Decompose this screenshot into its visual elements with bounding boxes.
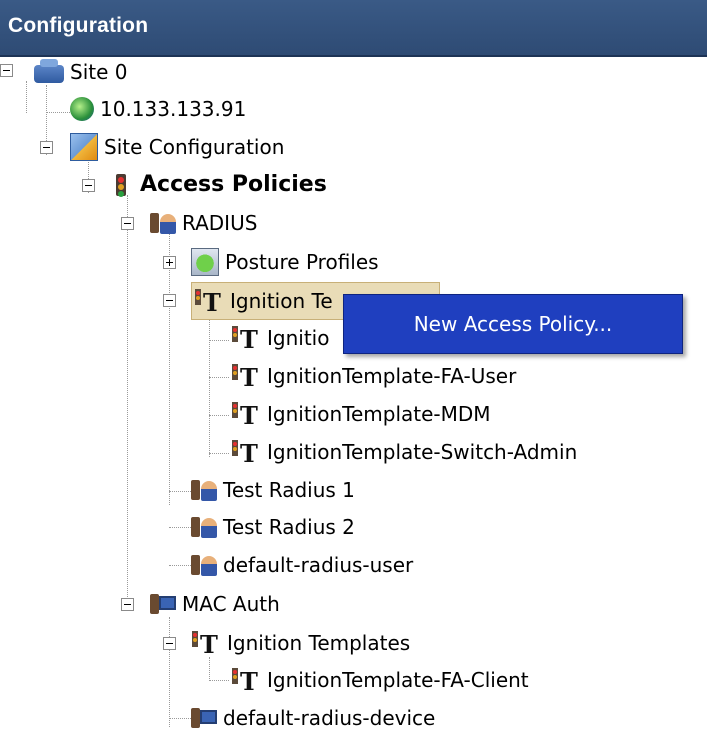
tree-node-label: Posture Profiles: [225, 250, 379, 274]
collapse-ignition-templates-button[interactable]: [163, 294, 176, 307]
collapse-mac-ignition-templates-button[interactable]: [163, 637, 176, 650]
template-icon: T: [231, 401, 261, 429]
tree-connector: [169, 527, 191, 528]
tree-node-label: Ignitio: [267, 326, 330, 350]
tree-connector: [169, 233, 170, 505]
tree-node-label: 10.133.133.91: [100, 97, 247, 121]
tree-connector: [169, 565, 191, 566]
tree-node-label: Access Policies: [140, 172, 327, 197]
tree-node-label: IgnitionTemplate-FA-User: [267, 364, 517, 388]
tree-node-label: MAC Auth: [182, 592, 280, 616]
tree-connector: [169, 617, 170, 727]
collapse-radius-button[interactable]: [121, 217, 134, 230]
tree-node-label: default-radius-user: [223, 553, 414, 577]
tree-connector: [209, 340, 229, 341]
radius-users-icon: [191, 477, 217, 503]
tree-node-label: Test Radius 1: [223, 478, 355, 502]
tree-connector: [209, 680, 229, 681]
new-access-policy-menu-item[interactable]: New Access Policy...: [344, 295, 682, 353]
mac-device-icon: [150, 591, 176, 617]
tree-node-label: Site Configuration: [104, 135, 285, 159]
radius-users-icon: [191, 552, 217, 578]
tree-node-site-configuration[interactable]: Site Configuration: [70, 129, 284, 165]
template-icon: T: [231, 667, 261, 695]
template-icon: T: [231, 363, 261, 391]
template-icon: T: [231, 325, 261, 353]
network-globe-icon: [70, 97, 94, 121]
tree-node-mac-ignition-templates[interactable]: T Ignition Templates: [191, 625, 410, 661]
radius-users-icon: [150, 210, 176, 236]
tree-connector: [209, 415, 229, 416]
collapse-site-config-button[interactable]: [40, 141, 53, 154]
tree-node-label: IgnitionTemplate-Switch-Admin: [267, 440, 578, 464]
collapse-access-policies-button[interactable]: [82, 179, 95, 192]
tree-node-label: Ignition Te: [230, 289, 333, 313]
policy-tree[interactable]: Site 0 10.133.133.91 Site Configuration …: [0, 57, 707, 731]
template-icon: T: [191, 630, 221, 658]
tree-node-template[interactable]: T Ignitio: [231, 320, 329, 356]
tree-connector: [209, 377, 229, 378]
collapse-site-button[interactable]: [0, 64, 13, 77]
tree-node-label: Site 0: [70, 60, 128, 84]
tree-node-test-radius-2[interactable]: Test Radius 2: [191, 509, 355, 545]
tree-node-test-radius-1[interactable]: Test Radius 1: [191, 472, 355, 508]
config-folder-icon: [70, 133, 98, 161]
posture-profile-icon: [191, 248, 219, 276]
configuration-title: Configuration: [8, 14, 149, 37]
tree-node-access-policies[interactable]: Access Policies: [112, 167, 327, 203]
tree-node-posture-profiles[interactable]: Posture Profiles: [191, 244, 379, 280]
tree-node-template[interactable]: T IgnitionTemplate-FA-User: [231, 358, 516, 394]
template-icon: T: [231, 439, 261, 467]
radius-users-icon: [191, 514, 217, 540]
tree-node-label: IgnitionTemplate-MDM: [267, 402, 491, 426]
tree-connector: [127, 195, 128, 605]
tree-connector: [169, 491, 191, 492]
tree-node-label: RADIUS: [182, 211, 258, 235]
template-icon: T: [194, 288, 224, 316]
mac-device-icon: [191, 705, 217, 731]
tree-node-template[interactable]: T IgnitionTemplate-MDM: [231, 396, 491, 432]
tree-node-label: Test Radius 2: [223, 515, 355, 539]
tree-node-template[interactable]: T IgnitionTemplate-Switch-Admin: [231, 434, 577, 470]
tree-node-label: IgnitionTemplate-FA-Client: [267, 668, 529, 692]
collapse-mac-auth-button[interactable]: [121, 598, 134, 611]
traffic-light-icon: [112, 172, 134, 198]
tree-node-radius[interactable]: RADIUS: [150, 205, 257, 241]
tree-connector: [169, 718, 191, 719]
tree-node-default-radius-user[interactable]: default-radius-user: [191, 547, 413, 583]
tree-node-label: Ignition Templates: [227, 631, 411, 655]
server-network-icon: [34, 59, 64, 83]
tree-connector: [209, 311, 210, 457]
tree-node-mac-auth[interactable]: MAC Auth: [150, 586, 280, 622]
context-menu: New Access Policy...: [343, 294, 683, 354]
configuration-header: Configuration: [0, 0, 707, 57]
tree-connector: [26, 81, 27, 113]
tree-node-ip[interactable]: 10.133.133.91: [70, 91, 246, 127]
tree-node-template[interactable]: T IgnitionTemplate-FA-Client: [231, 662, 529, 698]
expand-posture-profiles-button[interactable]: [163, 256, 176, 269]
tree-connector: [209, 453, 229, 454]
tree-node-site[interactable]: Site 0: [34, 54, 127, 90]
